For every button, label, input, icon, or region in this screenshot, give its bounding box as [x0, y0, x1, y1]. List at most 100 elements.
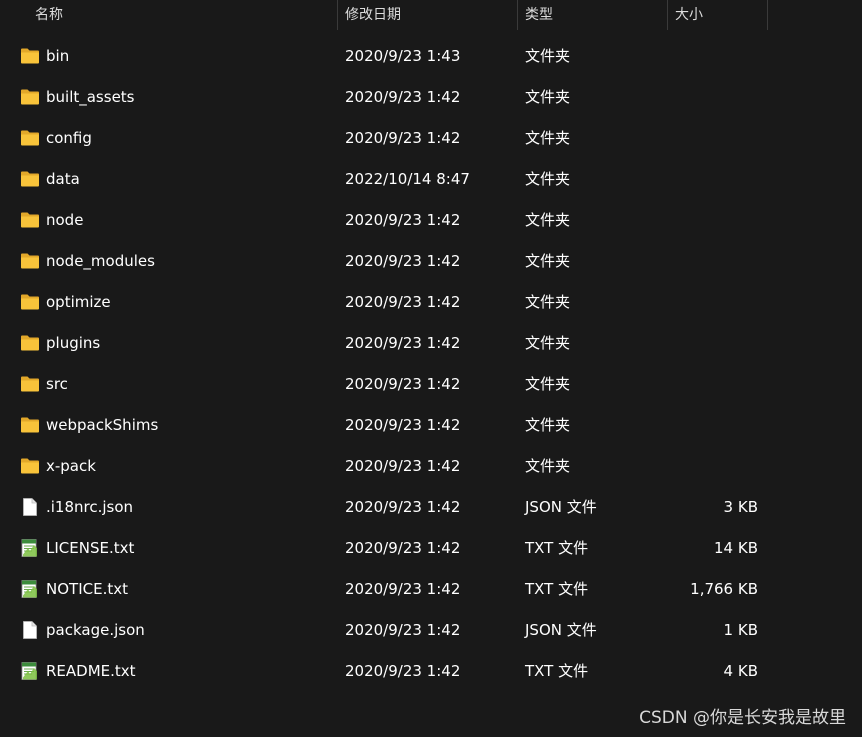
- file-type: JSON 文件: [525, 498, 597, 516]
- text-file-icon: [20, 662, 40, 680]
- file-size: [670, 364, 758, 405]
- column-header-name-label: 名称: [35, 7, 63, 23]
- column-header-date-label: 修改日期: [345, 7, 401, 23]
- file-modified-date: 2020/9/23 1:42: [345, 375, 461, 393]
- file-row[interactable]: LICENSE.txt 2020/9/23 1:42 TXT 文件 14 KB: [0, 528, 862, 569]
- file-modified-date: 2020/9/23 1:42: [345, 88, 461, 106]
- file-row[interactable]: data 2022/10/14 8:47 文件夹: [0, 159, 862, 200]
- file-size: [670, 200, 758, 241]
- file-type: 文件夹: [525, 375, 571, 393]
- file-row[interactable]: NOTICE.txt 2020/9/23 1:42 TXT 文件 1,766 KB: [0, 569, 862, 610]
- file-name: webpackShims: [46, 416, 159, 434]
- file-type: 文件夹: [525, 334, 571, 352]
- file-row[interactable]: src 2020/9/23 1:42 文件夹: [0, 364, 862, 405]
- file-type: 文件夹: [525, 416, 571, 434]
- column-header-size[interactable]: 大小: [668, 0, 767, 30]
- file-size: [670, 241, 758, 282]
- column-header-date[interactable]: 修改日期: [338, 0, 517, 30]
- file-row[interactable]: config 2020/9/23 1:42 文件夹: [0, 118, 862, 159]
- file-type: 文件夹: [525, 211, 571, 229]
- folder-icon: [20, 129, 40, 147]
- file-type: JSON 文件: [525, 621, 597, 639]
- file-size: [670, 159, 758, 200]
- file-row[interactable]: x-pack 2020/9/23 1:42 文件夹: [0, 446, 862, 487]
- file-modified-date: 2020/9/23 1:42: [345, 416, 461, 434]
- column-header-type-label: 类型: [525, 7, 553, 23]
- file-type: 文件夹: [525, 252, 571, 270]
- folder-icon: [20, 252, 40, 270]
- column-header-bar: 名称 ^ 修改日期 类型 大小: [0, 0, 862, 30]
- file-row[interactable]: built_assets 2020/9/23 1:42 文件夹: [0, 77, 862, 118]
- file-row[interactable]: plugins 2020/9/23 1:42 文件夹: [0, 323, 862, 364]
- file-icon: [20, 621, 40, 639]
- folder-icon: [20, 88, 40, 106]
- file-size: [670, 118, 758, 159]
- file-type: 文件夹: [525, 457, 571, 475]
- file-modified-date: 2020/9/23 1:42: [345, 293, 461, 311]
- column-header-size-label: 大小: [675, 7, 703, 23]
- file-size: 4 KB: [723, 662, 758, 680]
- file-type: TXT 文件: [525, 662, 589, 680]
- file-name: config: [46, 129, 92, 147]
- file-size: [670, 77, 758, 118]
- file-size: [670, 282, 758, 323]
- file-modified-date: 2020/9/23 1:42: [345, 457, 461, 475]
- file-name: README.txt: [46, 662, 136, 680]
- file-row[interactable]: bin 2020/9/23 1:43 文件夹: [0, 36, 862, 77]
- file-modified-date: 2020/9/23 1:42: [345, 211, 461, 229]
- file-name: .i18nrc.json: [46, 498, 134, 516]
- folder-icon: [20, 211, 40, 229]
- file-modified-date: 2020/9/23 1:42: [345, 129, 461, 147]
- file-type: 文件夹: [525, 293, 571, 311]
- file-name: node_modules: [46, 252, 155, 270]
- file-size: 1,766 KB: [690, 580, 758, 598]
- file-list: bin 2020/9/23 1:43 文件夹 built_assets 2020/9/2…: [0, 36, 862, 692]
- column-header-type[interactable]: 类型: [518, 0, 667, 30]
- file-size: 1 KB: [723, 621, 758, 639]
- column-divider[interactable]: [767, 0, 768, 30]
- folder-icon: [20, 375, 40, 393]
- file-row[interactable]: README.txt 2020/9/23 1:42 TXT 文件 4 KB: [0, 651, 862, 692]
- folder-icon: [20, 47, 40, 65]
- file-type: 文件夹: [525, 88, 571, 106]
- file-modified-date: 2020/9/23 1:42: [345, 662, 461, 680]
- text-file-icon: [20, 580, 40, 598]
- folder-icon: [20, 334, 40, 352]
- file-row[interactable]: optimize 2020/9/23 1:42 文件夹: [0, 282, 862, 323]
- file-name: plugins: [46, 334, 101, 352]
- folder-icon: [20, 170, 40, 188]
- file-size: 14 KB: [714, 539, 758, 557]
- file-name: bin: [46, 47, 70, 65]
- file-modified-date: 2020/9/23 1:42: [345, 498, 461, 516]
- file-name: NOTICE.txt: [46, 580, 128, 598]
- file-modified-date: 2020/9/23 1:42: [345, 252, 461, 270]
- file-name: package.json: [46, 621, 145, 639]
- file-type: 文件夹: [525, 170, 571, 188]
- folder-icon: [20, 416, 40, 434]
- file-row[interactable]: package.json 2020/9/23 1:42 JSON 文件 1 KB: [0, 610, 862, 651]
- file-icon: [20, 498, 40, 516]
- file-modified-date: 2020/9/23 1:42: [345, 334, 461, 352]
- folder-icon: [20, 293, 40, 311]
- file-name: optimize: [46, 293, 111, 311]
- file-size: [670, 36, 758, 77]
- file-modified-date: 2020/9/23 1:42: [345, 580, 461, 598]
- file-row[interactable]: node_modules 2020/9/23 1:42 文件夹: [0, 241, 862, 282]
- file-size: 3 KB: [723, 498, 758, 516]
- file-row[interactable]: .i18nrc.json 2020/9/23 1:42 JSON 文件 3 KB: [0, 487, 862, 528]
- file-name: x-pack: [46, 457, 96, 475]
- file-row[interactable]: node 2020/9/23 1:42 文件夹: [0, 200, 862, 241]
- watermark: CSDN @你是长安我是故里: [639, 708, 846, 728]
- file-type: TXT 文件: [525, 580, 589, 598]
- file-row[interactable]: webpackShims 2020/9/23 1:42 文件夹: [0, 405, 862, 446]
- file-name: node: [46, 211, 84, 229]
- file-name: LICENSE.txt: [46, 539, 135, 557]
- text-file-icon: [20, 539, 40, 557]
- file-name: built_assets: [46, 88, 135, 106]
- file-modified-date: 2020/9/23 1:43: [345, 47, 461, 65]
- sort-caret-icon: ^: [177, 0, 185, 6]
- file-size: [670, 405, 758, 446]
- file-name: data: [46, 170, 80, 188]
- file-size: [670, 446, 758, 487]
- file-name: src: [46, 375, 68, 393]
